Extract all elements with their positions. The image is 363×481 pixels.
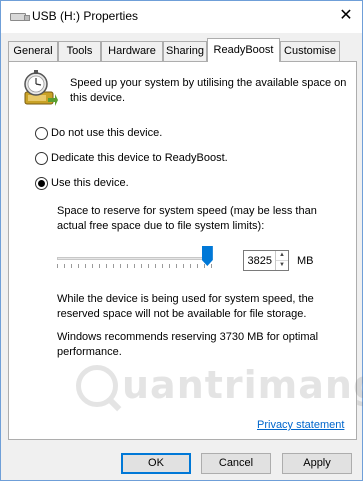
slider-track[interactable] [57,257,212,260]
recommendation-text: Windows recommends reserving 3730 MB for… [57,331,319,358]
properties-dialog: USB (H:) Properties ✕ General Tools Hard… [0,0,363,481]
readyboost-panel: Speed up your system by utilising the av… [8,61,363,440]
reserve-spinbox[interactable]: ▲ ▼ [243,250,289,271]
watermark-text: uantrimang [122,363,363,407]
ok-button[interactable]: OK [121,453,191,474]
radio-use-device[interactable] [35,176,48,190]
tab-customise[interactable]: Customise [280,41,340,61]
reserve-value-input[interactable] [244,251,274,270]
option-label: Do not use this device. [51,127,163,139]
tab-strip: General Tools Hardware Sharing ReadyBoos… [8,38,358,62]
tab-sharing[interactable]: Sharing [163,41,207,61]
intro-text: Speed up your system by utilising the av… [70,77,347,104]
privacy-statement-link[interactable]: Privacy statement [257,419,344,431]
option-do-not-use[interactable]: Do not use this device. [35,126,162,140]
slider-thumb[interactable] [201,246,213,266]
window-title: USB (H:) Properties [32,9,139,23]
radio-dedicate[interactable] [35,151,48,165]
radio-do-not-use[interactable] [35,126,48,140]
apply-button[interactable]: Apply [282,453,352,474]
usb-drive-icon [10,13,30,21]
watermark-logo: uantrimang [76,359,363,419]
reserved-space-note: While the device is being used for syste… [57,293,314,320]
spin-buttons: ▲ ▼ [275,251,288,270]
option-label: Dedicate this device to ReadyBoost. [51,152,228,164]
tab-general[interactable]: General [8,41,58,61]
cancel-button[interactable]: Cancel [201,453,271,474]
spin-up-button[interactable]: ▲ [276,251,288,261]
tab-readyboost[interactable]: ReadyBoost [207,38,280,62]
watermark-q-icon [76,365,118,407]
spin-down-button[interactable]: ▼ [276,261,288,270]
reserve-unit: MB [297,255,314,267]
readyboost-stopwatch-icon [24,70,58,106]
title-bar[interactable]: USB (H:) Properties ✕ [1,1,362,33]
close-button[interactable]: ✕ [330,1,362,31]
option-use-device[interactable]: Use this device. [35,176,129,190]
reserve-label: Space to reserve for system speed (may b… [57,205,317,232]
option-dedicate[interactable]: Dedicate this device to ReadyBoost. [35,151,228,165]
tab-hardware[interactable]: Hardware [101,41,163,61]
option-label: Use this device. [51,177,129,189]
tab-tools[interactable]: Tools [58,41,101,61]
reserve-slider[interactable] [57,246,217,270]
slider-ticks [57,264,212,268]
